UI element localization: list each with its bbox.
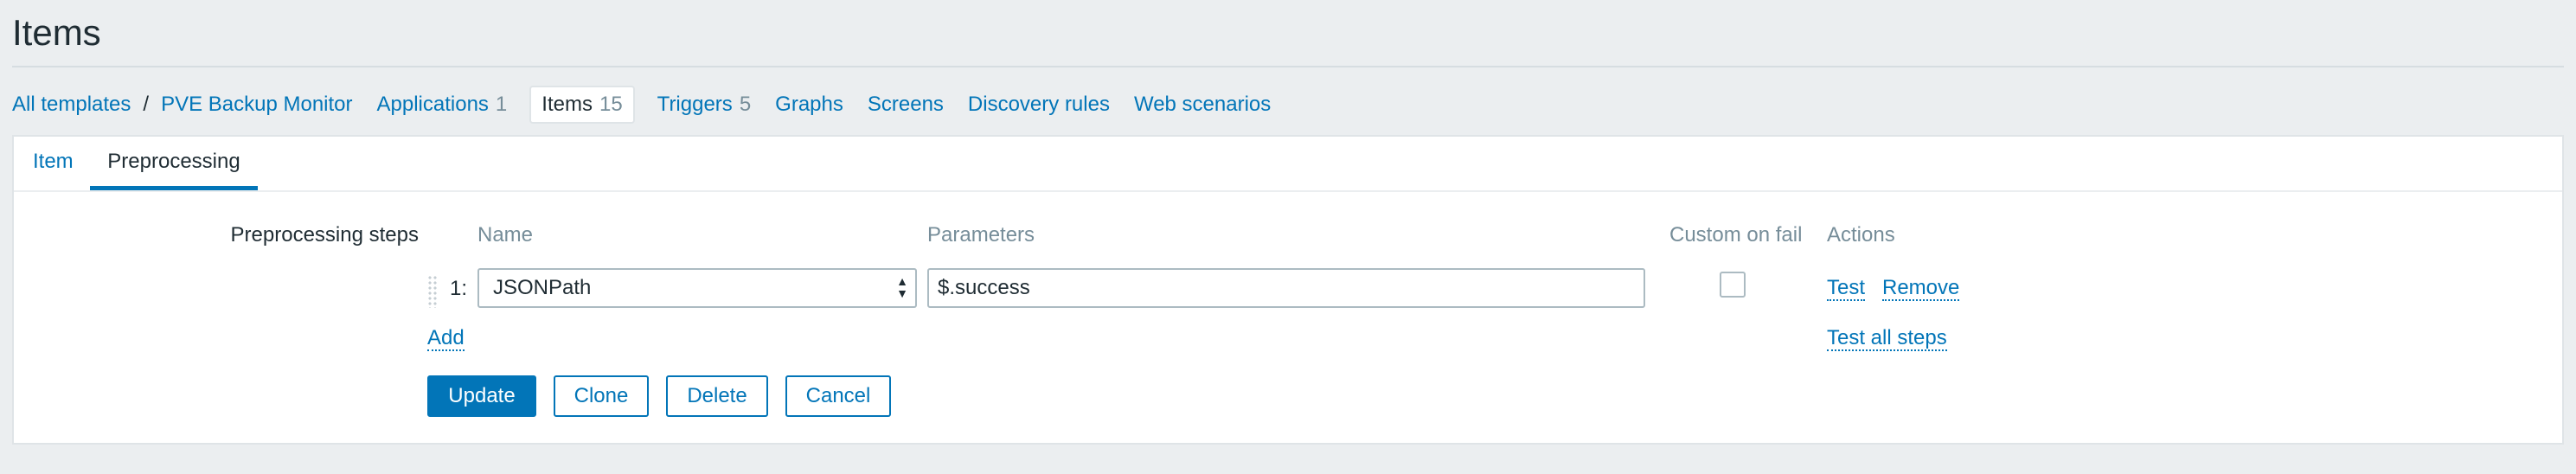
column-header-name: Name — [477, 223, 534, 247]
drag-handle-icon[interactable] — [427, 275, 438, 308]
column-header-actions: Actions — [1827, 223, 1895, 247]
select-arrows-icon: ▲ ▼ — [896, 274, 908, 300]
nav-tab-items-count: 15 — [599, 93, 623, 116]
nav-tab-applications[interactable]: Applications 1 — [365, 85, 520, 125]
update-button[interactable]: Update — [427, 375, 536, 417]
preprocessing-steps-label: Preprocessing steps — [230, 223, 419, 247]
delete-button[interactable]: Delete — [666, 375, 768, 417]
cancel-button[interactable]: Cancel — [785, 375, 891, 417]
step-type-selected-value: JSONPath — [493, 276, 592, 299]
breadcrumb-all-templates[interactable]: All templates — [12, 85, 131, 125]
nav-tab-graphs-label[interactable]: Graphs — [775, 93, 843, 117]
nav-tab-triggers[interactable]: Triggers 5 — [645, 85, 764, 125]
nav-tab-graphs[interactable]: Graphs — [763, 85, 855, 125]
breadcrumb-nav: All templates / PVE Backup Monitor Appli… — [12, 85, 1283, 125]
test-step-link[interactable]: Test — [1827, 277, 1866, 301]
item-form-panel: Item Preprocessing Preprocessing steps N… — [12, 135, 2564, 445]
tab-item[interactable]: Item — [33, 137, 74, 190]
add-step-link[interactable]: Add — [427, 327, 465, 351]
nav-tab-screens-label[interactable]: Screens — [868, 93, 944, 117]
column-header-custom-on-fail: Custom on fail — [1669, 223, 1803, 247]
nav-tab-items-label[interactable]: Items — [541, 93, 593, 117]
nav-tab-triggers-count: 5 — [739, 93, 752, 116]
breadcrumb-all-templates-label[interactable]: All templates — [12, 93, 131, 117]
nav-tab-discovery-rules[interactable]: Discovery rules — [956, 85, 1122, 125]
nav-tab-discovery-rules-label[interactable]: Discovery rules — [968, 93, 1110, 117]
clone-button[interactable]: Clone — [554, 375, 649, 417]
step-type-select[interactable]: JSONPath ▲ ▼ — [477, 268, 917, 308]
nav-tab-items[interactable]: Items 15 — [529, 86, 635, 124]
nav-tab-applications-count: 1 — [495, 93, 508, 116]
breadcrumb-template-name-label[interactable]: PVE Backup Monitor — [161, 93, 352, 117]
page-title: Items — [12, 12, 101, 53]
remove-step-link[interactable]: Remove — [1882, 277, 1960, 301]
column-header-parameters: Parameters — [927, 223, 1035, 247]
step-parameter-input[interactable] — [927, 268, 1645, 308]
breadcrumb-template-name[interactable]: PVE Backup Monitor — [161, 85, 352, 125]
title-divider — [12, 66, 2564, 67]
nav-tab-applications-label[interactable]: Applications — [377, 93, 489, 117]
custom-on-fail-checkbox[interactable] — [1720, 272, 1746, 298]
step-number: 1: — [450, 277, 468, 300]
nav-tab-screens[interactable]: Screens — [855, 85, 956, 125]
breadcrumb-separator: / — [143, 93, 150, 116]
nav-tab-triggers-label[interactable]: Triggers — [657, 93, 733, 117]
tab-preprocessing[interactable]: Preprocessing — [90, 137, 258, 190]
form-tabs: Item Preprocessing — [14, 137, 2562, 192]
nav-tab-web-scenarios-label[interactable]: Web scenarios — [1134, 93, 1271, 117]
test-all-steps-link[interactable]: Test all steps — [1827, 327, 1947, 351]
nav-tab-web-scenarios[interactable]: Web scenarios — [1122, 85, 1283, 125]
